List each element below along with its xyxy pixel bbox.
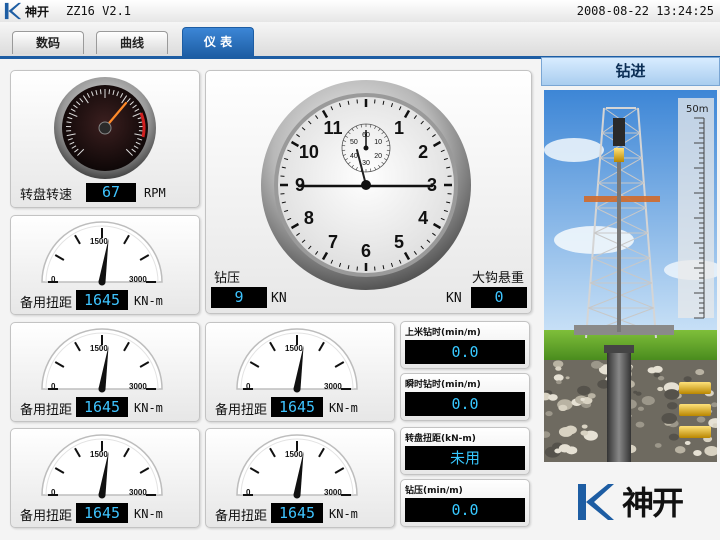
torque-max: 3000 [129,488,147,497]
sub-dial-numeral: 40 [350,153,358,160]
torque-max: 3000 [129,275,147,284]
torque-min: 0 [51,275,56,284]
readout-rotary-torque: 转盘扭距(kN-m) 未用 [400,427,530,475]
clock-numeral: 7 [328,232,338,252]
torque-mid: 1500 [285,450,303,459]
torque-mid: 1500 [90,450,108,459]
rotary-speed-panel: 转盘转速 67 RPM [10,70,200,208]
brand-logo-text: 神开 [622,484,684,522]
readout-label: 瞬时钻时(min/m) [405,380,481,390]
sub-dial-numeral: 50 [350,139,358,146]
depth-scale-label: 50m [686,104,708,115]
torque-gauge-panel-2: 0 1500 3000 备用扭距 1645 KN-m [10,322,200,422]
sub-dial-numeral: 10 [374,139,382,146]
shenkai-logo-icon [4,2,22,20]
rotary-speed-unit: RPM [144,186,166,200]
torque-value: 1645 [271,503,323,523]
torque-unit: KN-m [134,294,163,308]
app-title: ZZ16 V2.1 [66,4,132,18]
readout-label: 转盘扭距(kN-m) [405,434,476,444]
torque-unit: KN-m [134,401,163,415]
torque-value: 1645 [76,503,128,523]
clock-numeral: 4 [418,208,428,228]
torque-unit: KN-m [329,401,358,415]
readout-label: 上米钻时(min/m) [405,328,481,338]
readout-instant: 瞬时钻时(min/m) 0.0 [400,373,530,421]
clock-numeral: 11 [323,118,342,138]
weight-on-bit-panel: 1234567891011 102030405060 钻压 9 KN 大钩悬重 … [205,70,532,314]
drilling-status-header: 钻进 [541,57,720,86]
clock-numeral: 8 [304,208,314,228]
torque-min: 0 [51,488,56,497]
torque-label: 备用扭距 [20,296,73,311]
sub-dial-numeral: 20 [374,153,382,160]
readout-label: 钻压(min/m) [405,486,463,496]
torque-min: 0 [246,488,251,497]
torque-label: 备用扭距 [215,509,268,524]
wob-label: 钻压 [214,271,241,286]
torque-unit: KN-m [134,507,163,521]
tab-bar: 数码 曲线 仪 表 [0,22,720,59]
torque-label: 备用扭距 [20,509,73,524]
clock-numeral: 2 [418,142,428,162]
wob-unit: KN [271,291,287,306]
torque-mid: 1500 [90,237,108,246]
torque-value: 1645 [76,397,128,417]
rotary-speed-value: 67 [86,183,136,202]
torque-mid: 1500 [90,344,108,353]
rotary-speed-label: 转盘转速 [20,188,73,203]
readout-wob: 钻压(min/m) 0.0 [400,479,530,527]
title-bar: 神开 ZZ16 V2.1 2008-08-22 13:24:25 [0,0,720,22]
torque-min: 0 [246,382,251,391]
readout-last-meter: 上米钻时(min/m) 0.0 [400,321,530,369]
readout-value: 0.0 [405,498,525,522]
readout-value: 0.0 [405,340,525,364]
tab-digital[interactable]: 数码 [12,31,84,54]
clock-numeral: 6 [361,241,371,261]
torque-gauge-panel-1: 0 1500 3000 备用扭距 1645 KN-m [10,215,200,315]
rpm-gauge [54,77,156,179]
torque-gauge-panel-4: 0 1500 3000 备用扭距 1645 KN-m [205,322,395,422]
sub-dial-numeral: 30 [362,160,370,167]
hook-load-label: 大钩悬重 [472,271,525,286]
torque-gauge-panel-5: 0 1500 3000 备用扭距 1645 KN-m [205,428,395,528]
torque-value: 1645 [271,397,323,417]
datetime: 2008-08-22 13:24:25 [576,4,714,18]
torque-label: 备用扭距 [215,403,268,418]
clock-numeral: 10 [299,142,319,162]
shenkai-logo-icon [578,484,614,520]
tab-curve[interactable]: 曲线 [96,31,168,54]
readout-value: 0.0 [405,392,525,416]
readout-value: 未用 [405,446,525,470]
clock-numeral: 5 [394,232,404,252]
torque-mid: 1500 [285,344,303,353]
drilling-rig-illustration: 50m [544,90,717,462]
torque-max: 3000 [324,382,342,391]
torque-gauge-panel-3: 0 1500 3000 备用扭距 1645 KN-m [10,428,200,528]
clock-numeral: 1 [394,118,404,138]
torque-min: 0 [51,382,56,391]
torque-label: 备用扭距 [20,403,73,418]
wob-value: 9 [211,287,267,308]
clock-gauge: 1234567891011 102030405060 [261,80,471,290]
torque-unit: KN-m [329,507,358,521]
hook-load-value: 0 [471,287,527,308]
tab-gauges[interactable]: 仪 表 [182,27,254,57]
torque-value: 1645 [76,290,128,310]
torque-max: 3000 [324,488,342,497]
brand-name: 神开 [25,5,50,19]
torque-max: 3000 [129,382,147,391]
hook-load-unit: KN [446,291,462,306]
